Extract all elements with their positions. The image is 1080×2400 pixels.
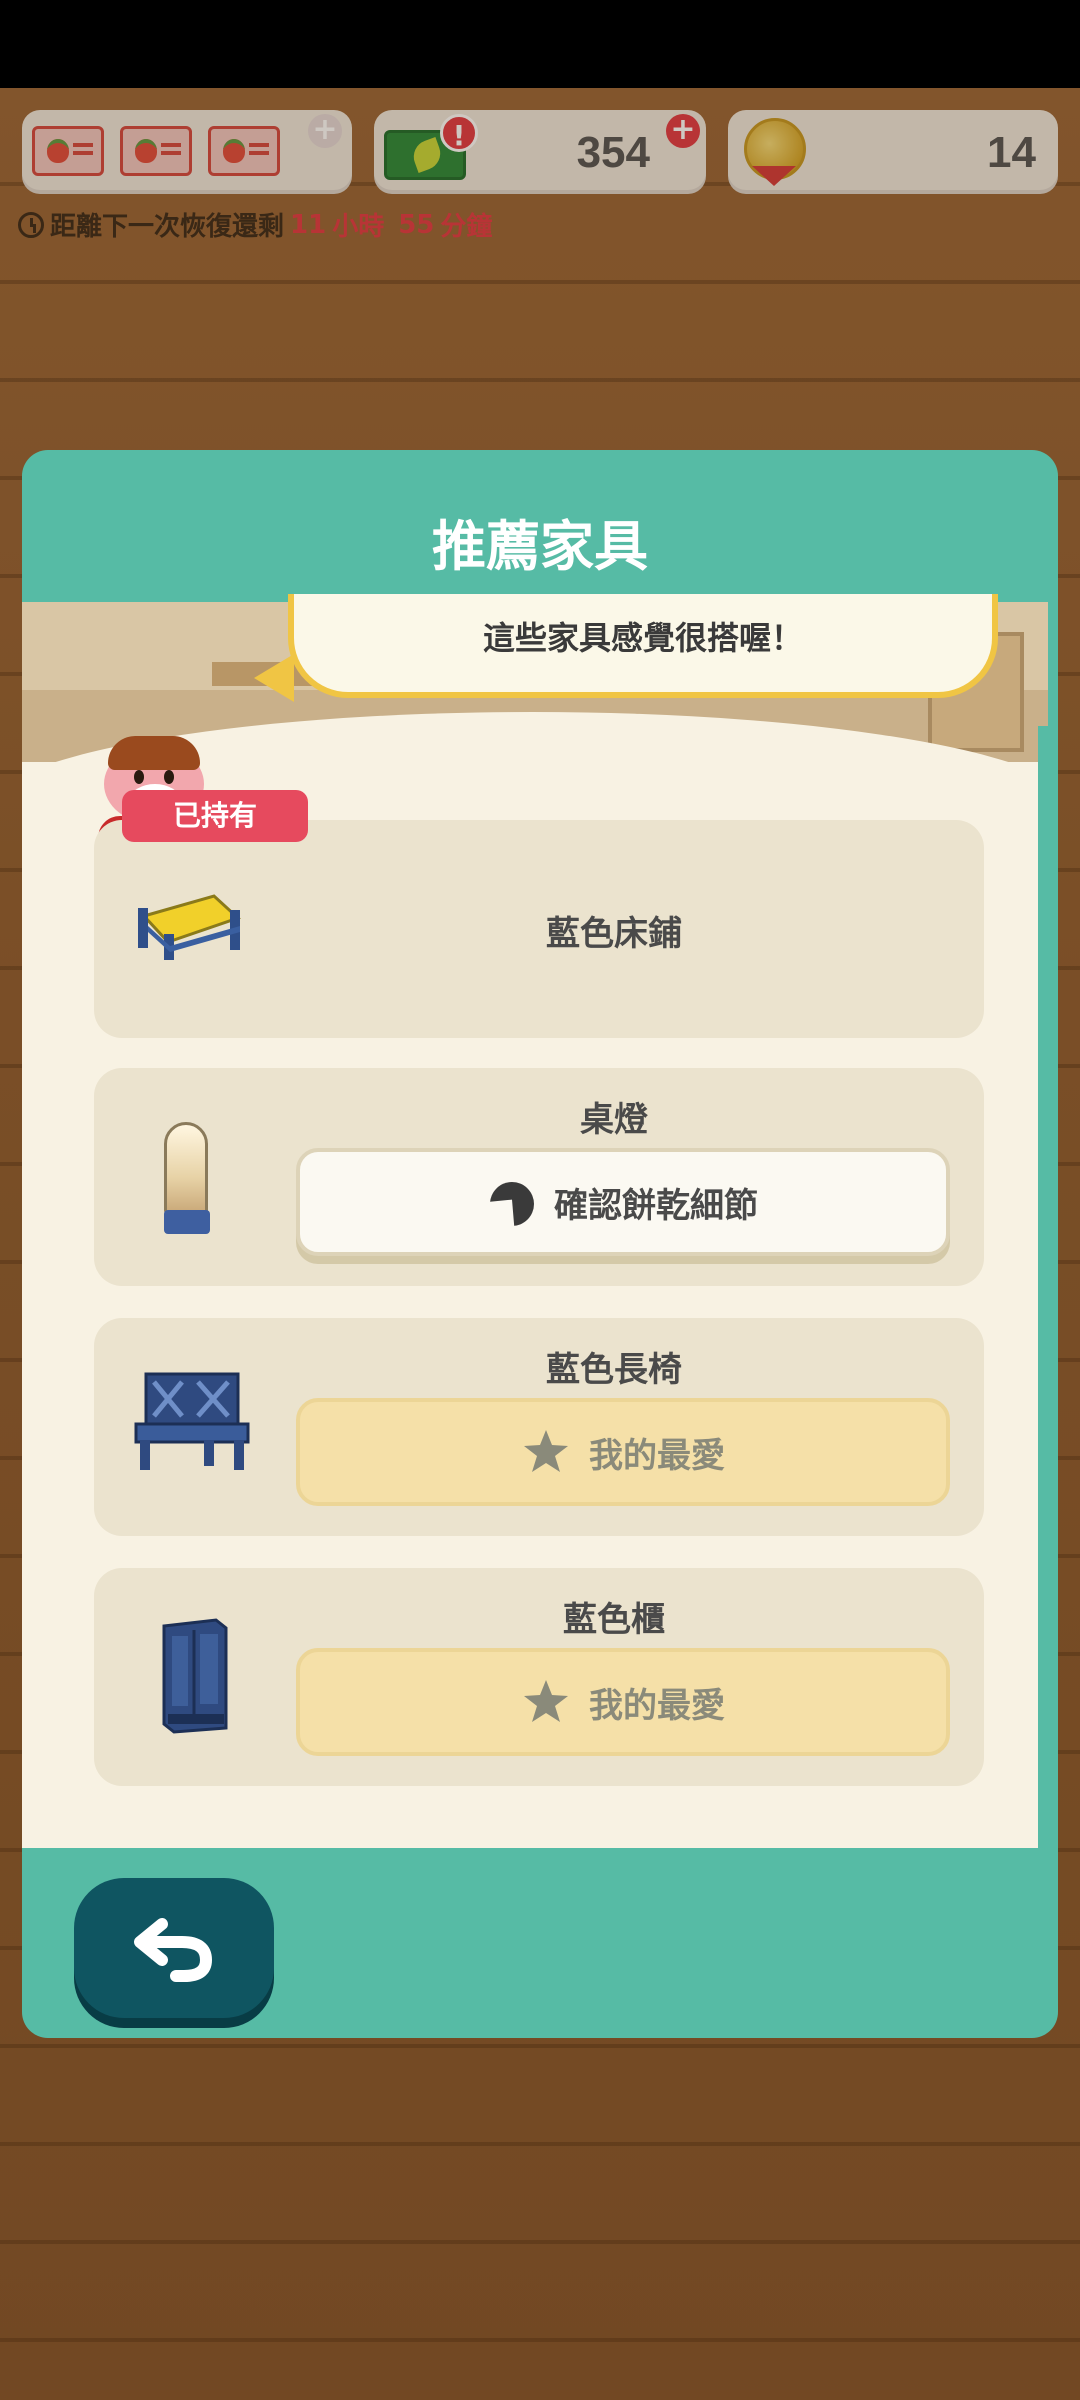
furniture-name: 藍色床鋪	[546, 914, 682, 954]
speech-bubble: 這些家具感覺很搭喔！	[288, 594, 998, 698]
check-cookie-details-button[interactable]: 確認餅乾細節	[296, 1148, 950, 1256]
status-bar	[0, 0, 1080, 88]
button-label: 確認餅乾細節	[554, 1185, 758, 1226]
lamp-base	[164, 1210, 210, 1234]
favorite-button[interactable]: 我的最愛	[296, 1398, 950, 1506]
furniture-item-blue-wardrobe[interactable]: 藍色櫃 我的最愛	[94, 1568, 984, 1786]
furniture-item-blue-bed[interactable]: 藍色床鋪	[94, 820, 984, 1038]
villager-eye	[164, 770, 174, 784]
favorite-button[interactable]: 我的最愛	[296, 1648, 950, 1756]
star-icon	[524, 1680, 568, 1722]
dialog-content: 這些家具感覺很搭喔！ 藍色床鋪 已持有 桌燈 確認餅乾細節 藍色長椅 我的最愛 …	[22, 594, 1048, 1848]
fortune-cookie-icon	[488, 1178, 536, 1226]
button-label: 我的最愛	[589, 1685, 725, 1726]
furniture-name: 藍色長椅	[546, 1350, 682, 1390]
villager-eye	[134, 770, 144, 784]
scrollbar[interactable]	[1038, 726, 1048, 1848]
villager-hair	[108, 736, 200, 770]
furniture-name: 桌燈	[580, 1100, 648, 1140]
furniture-item-blue-bench[interactable]: 藍色長椅 我的最愛	[94, 1318, 984, 1536]
recommended-furniture-dialog: 推薦家具 這些家具感覺很搭喔！ 藍色床鋪 已持有 桌燈 確認餅乾細節 藍色長椅 …	[22, 450, 1058, 2038]
furniture-name: 藍色櫃	[563, 1600, 665, 1640]
button-label: 我的最愛	[589, 1435, 725, 1476]
owned-badge: 已持有	[122, 790, 308, 842]
dialog-title: 推薦家具	[432, 515, 648, 578]
furniture-item-table-lamp[interactable]: 桌燈 確認餅乾細節	[94, 1068, 984, 1286]
back-button[interactable]	[74, 1878, 274, 2018]
star-icon	[524, 1430, 568, 1472]
back-arrow-icon	[134, 1918, 213, 1982]
